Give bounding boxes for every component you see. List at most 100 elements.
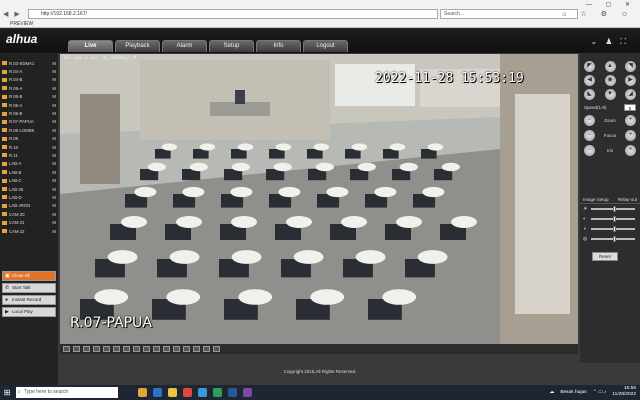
browser-search-input[interactable]: Search... xyxy=(440,9,578,19)
ptz-down-icon[interactable]: ▼ xyxy=(604,89,616,100)
taskbar-search-input[interactable]: ⌕ Type here to search xyxy=(16,387,118,398)
camera-list-item[interactable]: LAB-B M xyxy=(2,168,56,176)
camera-stream-type[interactable]: M xyxy=(51,111,56,116)
video-toolbar-icon[interactable] xyxy=(193,346,200,352)
video-toolbar-icon[interactable] xyxy=(163,346,170,352)
tab-info[interactable]: Info xyxy=(256,40,301,52)
camera-list-item[interactable]: R.05-B M xyxy=(2,93,56,101)
edge-icon[interactable] xyxy=(153,388,162,397)
reset-button[interactable]: Reset xyxy=(592,252,618,261)
camera-list-item[interactable]: CAM 21 M xyxy=(2,218,56,226)
ie-icon[interactable] xyxy=(198,388,207,397)
iris-close-icon[interactable]: − xyxy=(584,145,595,156)
tab-playback[interactable]: Playback xyxy=(115,40,160,52)
camera-stream-type[interactable]: M xyxy=(51,203,56,208)
camera-list-item[interactable]: R.04-A M xyxy=(2,67,56,75)
camera-stream-type[interactable]: M xyxy=(51,178,56,183)
slider-track[interactable] xyxy=(591,216,635,222)
fullscreen-icon[interactable]: ⛶ xyxy=(620,37,634,46)
camera-stream-type[interactable]: M xyxy=(51,229,56,234)
local-play-button[interactable]: ▶ Local Play xyxy=(2,307,56,317)
video-toolbar-icon[interactable] xyxy=(103,346,110,352)
live-video-view[interactable]: 192.168.2.167_18_1080Ngps_M 2022-11-28 1… xyxy=(60,54,578,344)
slider-thumb[interactable] xyxy=(613,236,616,242)
word-icon[interactable] xyxy=(228,388,237,397)
excel-icon[interactable] xyxy=(213,388,222,397)
focus-out-icon[interactable]: − xyxy=(584,130,595,141)
user-icon[interactable]: ♟ xyxy=(605,37,620,46)
camera-list-item[interactable]: R.08-LOMBK M xyxy=(2,126,56,134)
camera-stream-type[interactable]: M xyxy=(51,212,56,217)
browser-toolbar-icons[interactable]: ⌂ ☆ ⚙ ☺ xyxy=(562,10,634,18)
camera-list-item[interactable]: LAB-A M xyxy=(2,160,56,168)
tab-setup[interactable]: Setup xyxy=(209,40,254,52)
camera-stream-type[interactable]: M xyxy=(51,86,56,91)
ptz-left-icon[interactable]: ◀ xyxy=(584,75,595,86)
video-toolbar-icon[interactable] xyxy=(153,346,160,352)
tab-live[interactable]: Live xyxy=(68,40,113,52)
video-toolbar-icon[interactable] xyxy=(93,346,100,352)
camera-stream-type[interactable]: M xyxy=(51,220,56,225)
ptz-up-left-icon[interactable]: ◤ xyxy=(584,61,595,72)
tab-alarm[interactable]: Alarm xyxy=(162,40,207,52)
camera-list-item[interactable]: R.04-B M xyxy=(2,76,56,84)
video-toolbar-icon[interactable] xyxy=(133,346,140,352)
camera-stream-type[interactable]: M xyxy=(51,128,56,133)
video-toolbar-icon[interactable] xyxy=(113,346,120,352)
camera-stream-type[interactable]: M xyxy=(51,145,56,150)
slider-thumb[interactable] xyxy=(613,206,616,212)
video-toolbar-icon[interactable] xyxy=(143,346,150,352)
camera-list-item[interactable]: CAM 20 M xyxy=(2,210,56,218)
instant-record-button[interactable]: ● Instant Record xyxy=(2,295,56,305)
camera-stream-type[interactable]: M xyxy=(51,77,56,82)
camera-list-item[interactable]: R.03-SDMA1 M xyxy=(2,59,56,67)
weather-text[interactable]: Besok hujan xyxy=(560,390,586,395)
camera-stream-type[interactable]: M xyxy=(51,119,56,124)
tab-logout[interactable]: Logout xyxy=(303,40,348,52)
camera-list-item[interactable]: CAM 22 M xyxy=(2,227,56,235)
camera-stream-type[interactable]: M xyxy=(51,195,56,200)
camera-list-item[interactable]: LAB-D M xyxy=(2,193,56,201)
header-icons[interactable]: ⌄♟⛶ xyxy=(591,37,634,47)
camera-stream-type[interactable]: M xyxy=(51,161,56,166)
video-toolbar-icon[interactable] xyxy=(203,346,210,352)
camera-stream-type[interactable]: M xyxy=(51,136,56,141)
slider-track[interactable] xyxy=(591,226,635,232)
focus-in-icon[interactable]: + xyxy=(624,130,636,141)
iris-open-icon[interactable]: + xyxy=(625,145,636,156)
camera-stream-type[interactable]: M xyxy=(51,153,56,158)
camera-list-item[interactable]: R.07-PAPUA M xyxy=(2,118,56,126)
ptz-right-icon[interactable]: ▶ xyxy=(625,75,636,86)
video-toolbar-icon[interactable] xyxy=(63,346,70,352)
app-icon[interactable] xyxy=(243,388,252,397)
slider-track[interactable] xyxy=(591,206,635,212)
file-explorer-icon[interactable] xyxy=(168,388,177,397)
camera-stream-type[interactable]: M xyxy=(51,69,56,74)
start-talk-button[interactable]: ✆ Start Talk xyxy=(2,283,56,293)
camera-list-item[interactable]: R.05-A M xyxy=(2,84,56,92)
address-bar[interactable]: http://192.168.2.167/ xyxy=(28,9,438,19)
zoom-out-icon[interactable]: − xyxy=(584,115,595,126)
camera-list-item[interactable]: R.11 M xyxy=(2,151,56,159)
browser-nav-buttons[interactable]: ◀ ▶ xyxy=(3,10,22,18)
camera-stream-type[interactable]: M xyxy=(51,103,56,108)
weather-icon[interactable]: ☁ xyxy=(550,390,555,395)
camera-list-item[interactable]: LAB-C M xyxy=(2,176,56,184)
video-toolbar-icon[interactable] xyxy=(73,346,80,352)
video-toolbar-icon[interactable] xyxy=(213,346,220,352)
camera-list-item[interactable]: LAB-35 M xyxy=(2,185,56,193)
ptz-center-icon[interactable]: ◉ xyxy=(604,75,616,86)
taskbar-clock[interactable]: 15:55 11/28/2022 xyxy=(612,386,636,398)
windows-start-icon[interactable]: ⊞ xyxy=(0,385,14,400)
task-view-icon[interactable] xyxy=(138,388,147,397)
tab-image-setup[interactable]: Image Setup xyxy=(583,196,609,203)
video-toolbar-icon[interactable] xyxy=(183,346,190,352)
camera-stream-type[interactable]: M xyxy=(51,61,56,66)
camera-list-item[interactable]: LAB-JRGN M xyxy=(2,202,56,210)
ptz-up-right-icon[interactable]: ◥ xyxy=(625,61,636,72)
camera-list-item[interactable]: R.09 M xyxy=(2,135,56,143)
slider-track[interactable] xyxy=(591,236,635,242)
camera-stream-type[interactable]: M xyxy=(51,170,56,175)
tray-icons[interactable]: ⌃ ▭ ♪ xyxy=(593,390,607,395)
ptz-down-right-icon[interactable]: ◢ xyxy=(625,89,636,100)
